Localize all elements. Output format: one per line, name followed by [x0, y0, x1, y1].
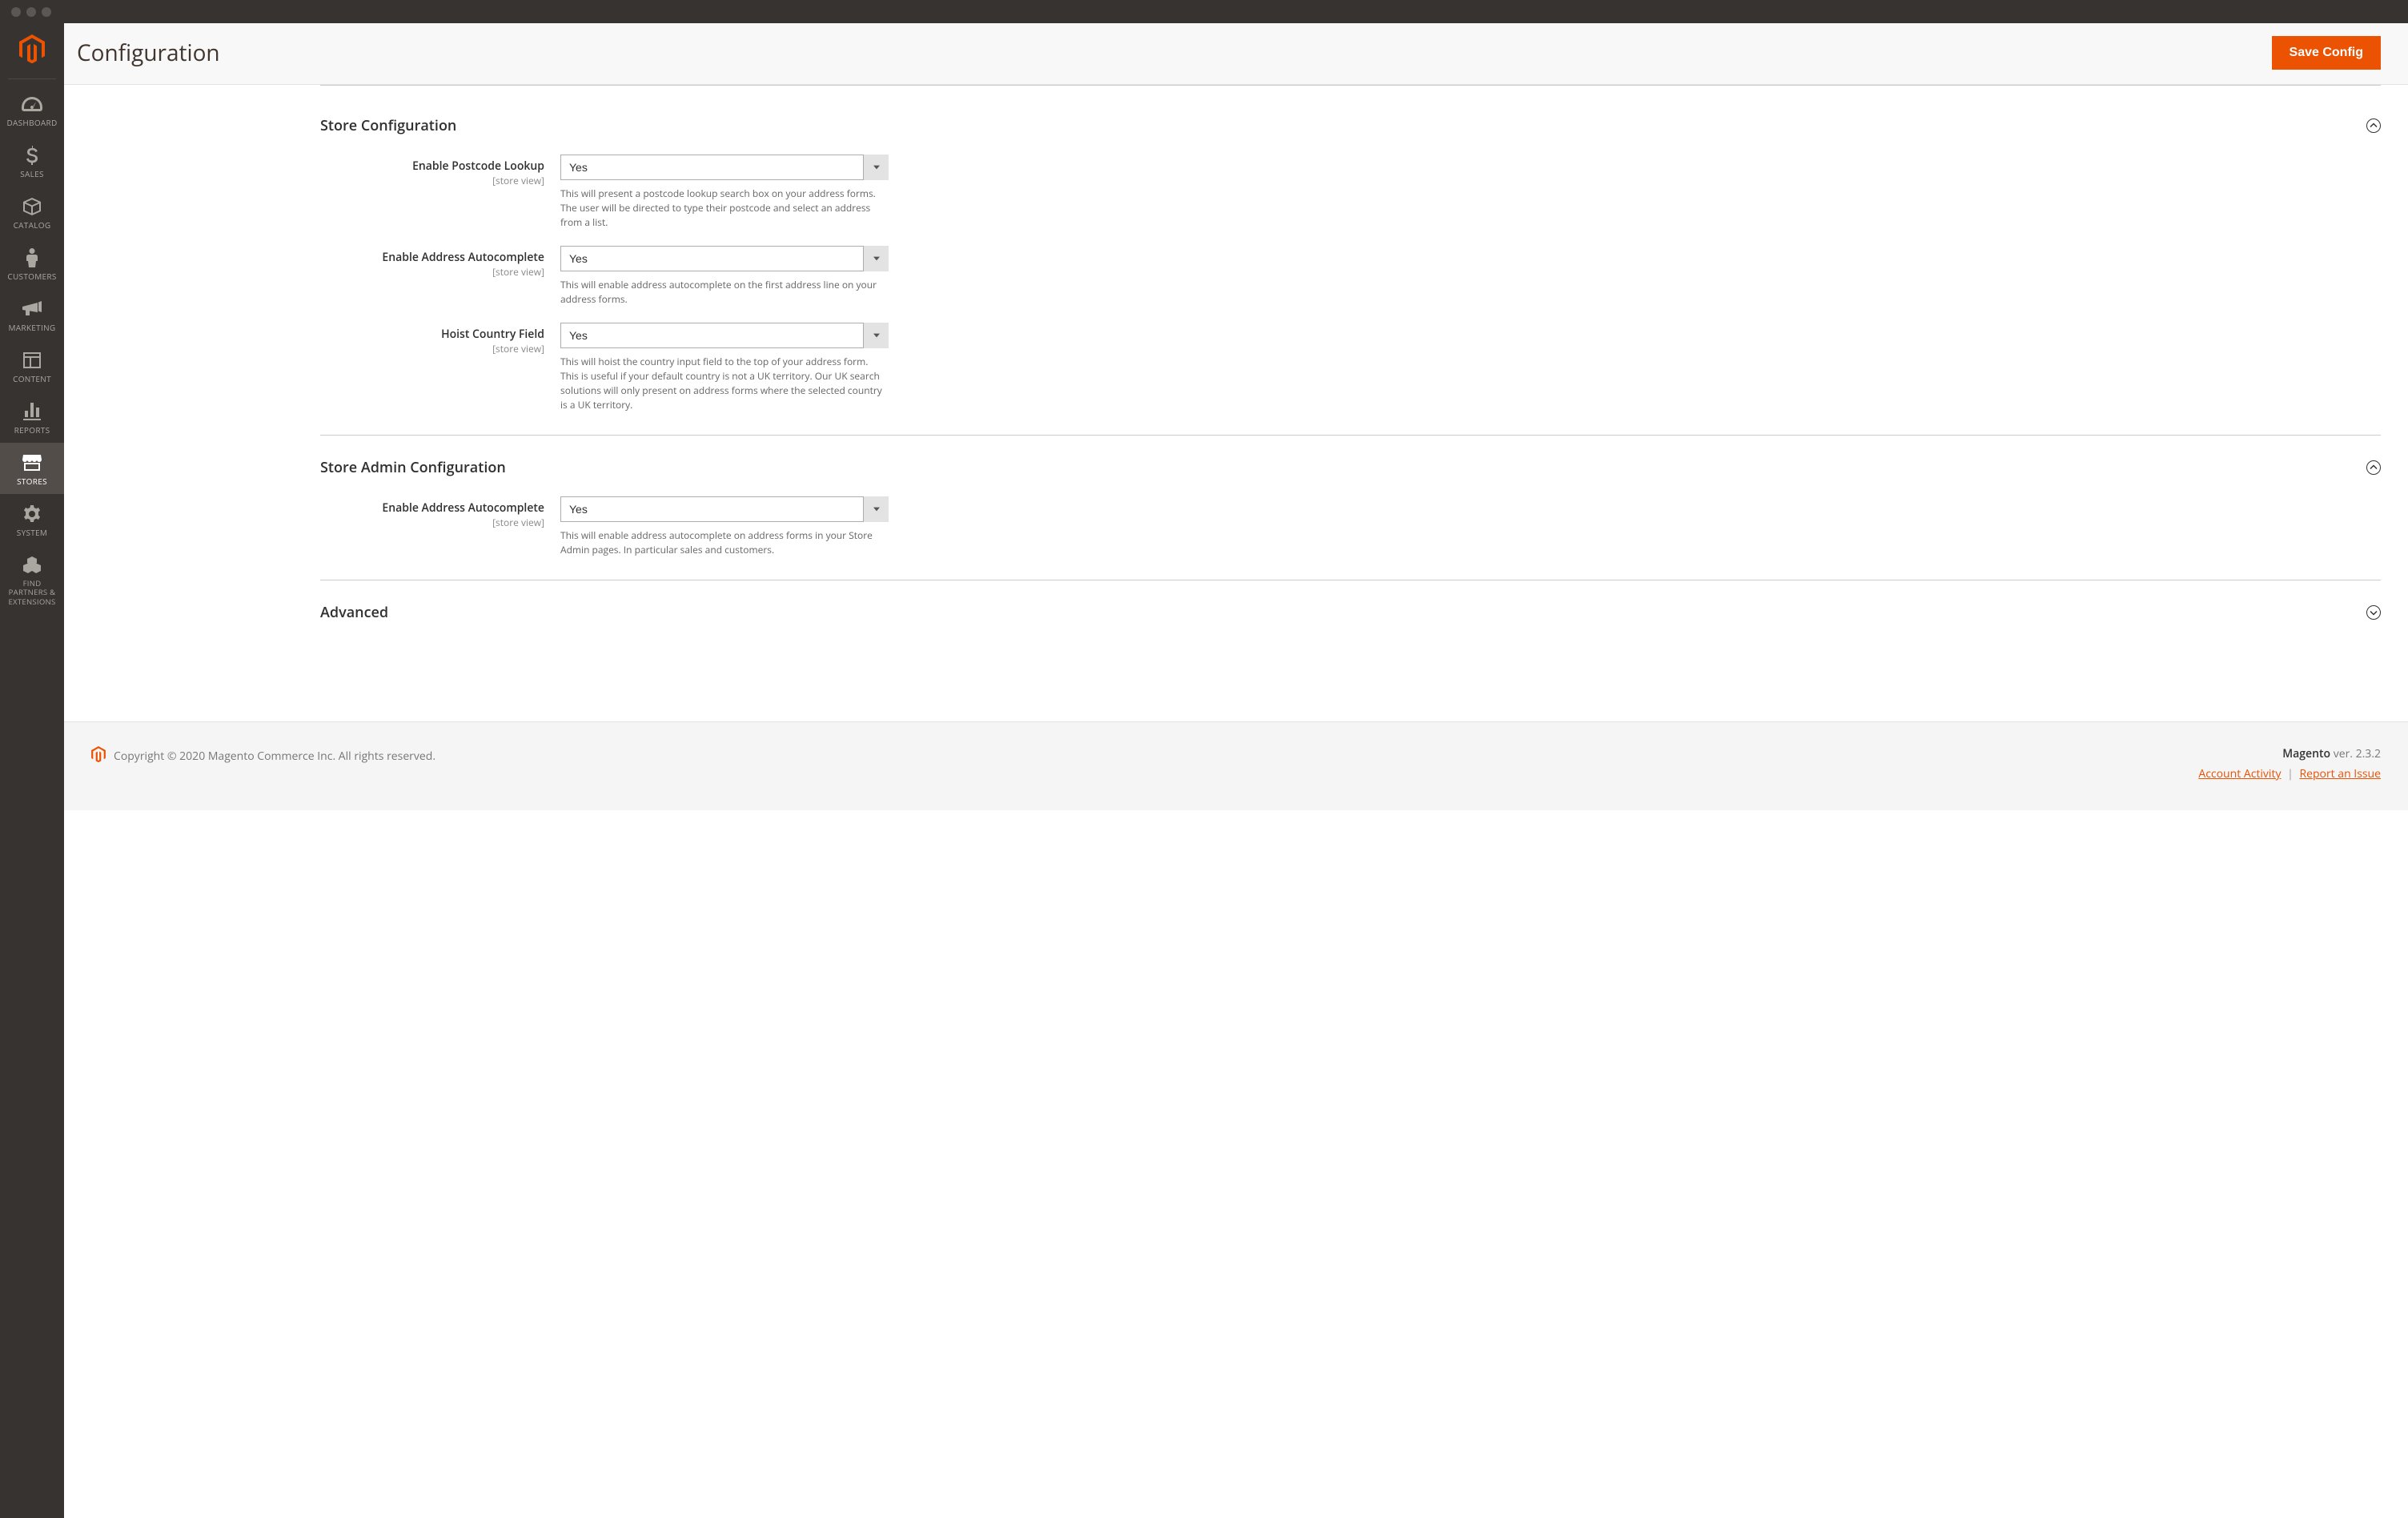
- sidebar-item-content[interactable]: CONTENT: [0, 340, 64, 392]
- nav-label: CATALOG: [10, 220, 54, 230]
- nav-label: FIND PARTNERS & EXTENSIONS: [0, 579, 64, 606]
- window-chrome: [0, 0, 2408, 23]
- config-form: Store Configuration Enable Postcode Look…: [64, 85, 2408, 673]
- field-enable-address-autocomplete: Enable Address Autocomplete [store view]…: [320, 246, 2381, 307]
- select-enable-address-autocomplete[interactable]: Yes: [560, 246, 889, 271]
- field-admin-enable-address-autocomplete: Enable Address Autocomplete [store view]…: [320, 496, 2381, 557]
- report-issue-link[interactable]: Report an Issue: [2299, 766, 2381, 781]
- sidebar-item-marketing[interactable]: MARKETING: [0, 289, 64, 340]
- field-hoist-country: Hoist Country Field [store view] Yes: [320, 323, 2381, 412]
- nav-label: CUSTOMERS: [4, 271, 59, 281]
- sidebar-item-sales[interactable]: SALES: [0, 135, 64, 187]
- sidebar-item-customers[interactable]: CUSTOMERS: [0, 238, 64, 289]
- nav-label: SALES: [17, 169, 47, 179]
- chevron-up-icon: [2366, 118, 2381, 133]
- bar-chart-icon: [23, 401, 41, 422]
- section-title: Store Configuration: [320, 116, 456, 135]
- main-content: Configuration Save Config Store Configur…: [64, 23, 2408, 810]
- field-help: This will present a postcode lookup sear…: [560, 187, 889, 230]
- chevron-up-icon: [2366, 460, 2381, 475]
- account-activity-link[interactable]: Account Activity: [2198, 766, 2281, 781]
- storefront-icon: [22, 452, 42, 473]
- admin-sidebar: DASHBOARD SALES CATALOG CUSTOMERS MARKET…: [0, 23, 64, 1518]
- boxes-icon: [23, 555, 41, 576]
- field-scope: [store view]: [320, 265, 544, 279]
- page-footer: Copyright © 2020 Magento Commerce Inc. A…: [64, 721, 2408, 810]
- window-maximize-dot[interactable]: [42, 7, 51, 17]
- save-config-button[interactable]: Save Config: [2272, 36, 2381, 70]
- section-toggle-store-admin-configuration[interactable]: Store Admin Configuration: [320, 436, 2381, 496]
- field-scope: [store view]: [320, 174, 544, 187]
- divider: [8, 78, 56, 79]
- nav-label: DASHBOARD: [3, 118, 60, 127]
- field-scope: [store view]: [320, 516, 544, 529]
- magento-logo-small-icon: [91, 746, 106, 766]
- field-label: Hoist Country Field: [320, 327, 544, 342]
- field-help: This will hoist the country input field …: [560, 355, 889, 412]
- version-text: Magento ver. 2.3.2: [2198, 746, 2381, 761]
- field-label: Enable Address Autocomplete: [320, 251, 544, 265]
- select-enable-postcode-lookup[interactable]: Yes: [560, 155, 889, 180]
- section-toggle-store-configuration[interactable]: Store Configuration: [320, 94, 2381, 155]
- nav-label: SYSTEM: [14, 528, 50, 537]
- gear-icon: [23, 504, 41, 524]
- nav-label: CONTENT: [10, 374, 54, 384]
- section-toggle-advanced[interactable]: Advanced: [320, 580, 2381, 641]
- select-admin-enable-address-autocomplete[interactable]: Yes: [560, 496, 889, 522]
- field-scope: [store view]: [320, 342, 544, 355]
- sidebar-item-catalog[interactable]: CATALOG: [0, 187, 64, 238]
- section-store-configuration: Store Configuration Enable Postcode Look…: [320, 85, 2381, 436]
- select-hoist-country[interactable]: Yes: [560, 323, 889, 348]
- nav-label: REPORTS: [11, 425, 54, 435]
- box-icon: [23, 196, 41, 217]
- gauge-icon: [22, 94, 42, 114]
- nav-label: MARKETING: [6, 323, 59, 332]
- layout-icon: [23, 350, 41, 371]
- sidebar-item-system[interactable]: SYSTEM: [0, 494, 64, 545]
- sidebar-item-reports[interactable]: REPORTS: [0, 392, 64, 443]
- sidebar-item-find-partners[interactable]: FIND PARTNERS & EXTENSIONS: [0, 545, 64, 614]
- section-title: Store Admin Configuration: [320, 458, 506, 477]
- window-minimize-dot[interactable]: [26, 7, 36, 17]
- field-help: This will enable address autocomplete on…: [560, 528, 889, 557]
- window-close-dot[interactable]: [11, 7, 21, 17]
- sidebar-item-stores[interactable]: STORES: [0, 443, 64, 494]
- megaphone-icon: [22, 299, 42, 319]
- field-enable-postcode-lookup: Enable Postcode Lookup [store view] Yes: [320, 155, 2381, 230]
- copyright-text: Copyright © 2020 Magento Commerce Inc. A…: [114, 749, 435, 764]
- divider: |: [2287, 766, 2294, 781]
- field-help: This will enable address autocomplete on…: [560, 278, 889, 307]
- section-advanced: Advanced: [320, 580, 2381, 641]
- section-title: Advanced: [320, 603, 388, 622]
- page-header: Configuration Save Config: [64, 23, 2408, 85]
- field-label: Enable Address Autocomplete: [320, 501, 544, 516]
- field-label: Enable Postcode Lookup: [320, 159, 544, 174]
- nav-label: STORES: [14, 476, 50, 486]
- section-store-admin-configuration: Store Admin Configuration Enable Address…: [320, 436, 2381, 580]
- magento-logo-icon[interactable]: [19, 23, 45, 78]
- person-icon: [26, 247, 38, 268]
- sidebar-item-dashboard[interactable]: DASHBOARD: [0, 84, 64, 135]
- page-title: Configuration: [77, 38, 220, 68]
- chevron-down-icon: [2366, 605, 2381, 620]
- dollar-icon: [26, 145, 38, 166]
